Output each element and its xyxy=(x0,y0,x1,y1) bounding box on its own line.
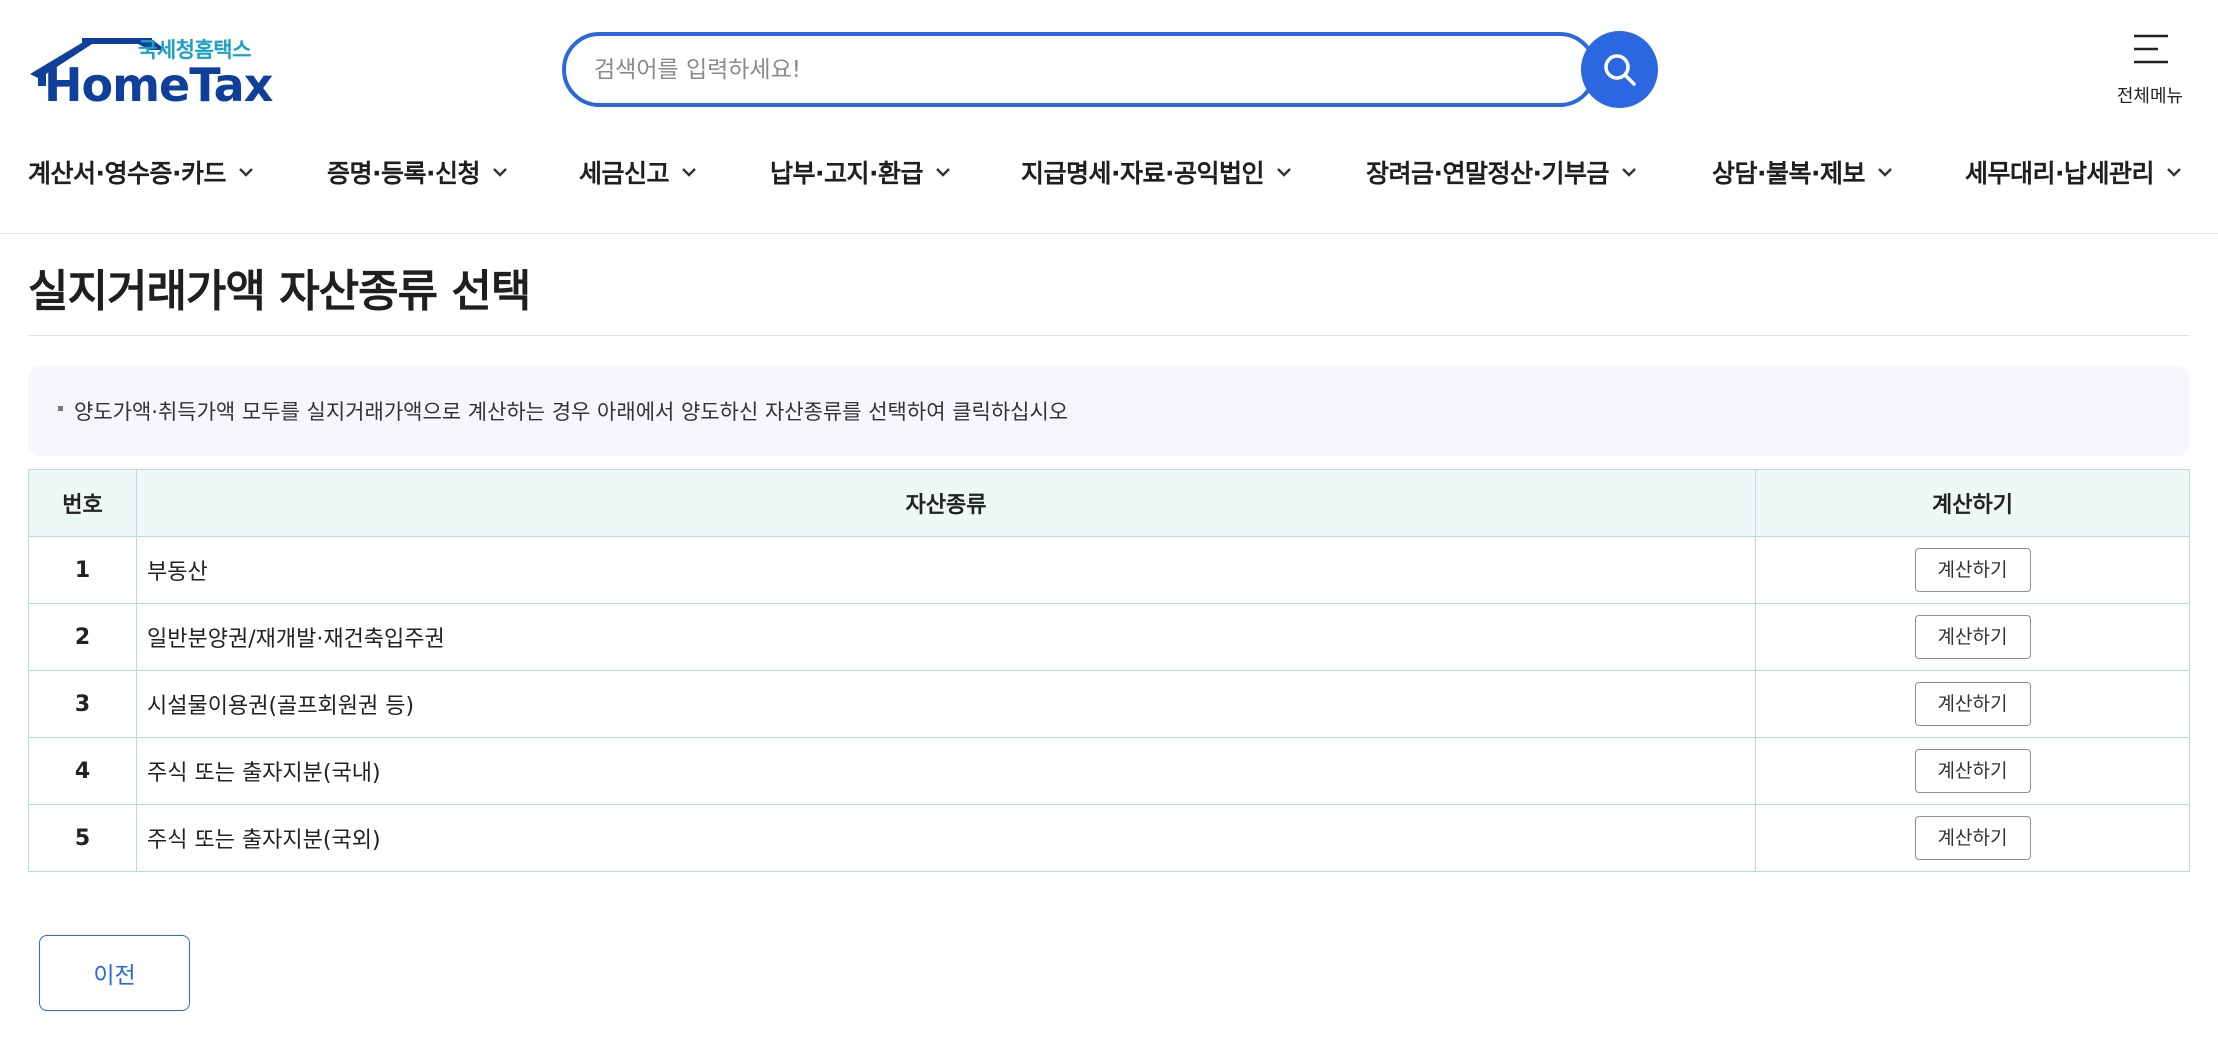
nav-item-tax-return[interactable]: 세금신고 xyxy=(579,152,697,192)
chevron-down-icon xyxy=(1878,168,1892,177)
asset-type-name: 부동산 xyxy=(136,536,1756,604)
asset-type-name: 시설물이용권(골프회원권 등) xyxy=(136,670,1756,738)
calculate-button[interactable]: 계산하기 xyxy=(1914,816,2031,860)
table-row: 1 부동산 계산하기 xyxy=(28,536,2190,604)
nav-item-label: 세금신고 xyxy=(579,159,670,188)
all-menu-button[interactable]: 전체메뉴 xyxy=(2105,30,2195,110)
nav-item-label: 납부·고지·환급 xyxy=(770,159,924,188)
title-divider xyxy=(28,335,2189,336)
notice-box: 양도가액·취득가액 모두를 실지거래가액으로 계산하는 경우 아래에서 양도하신… xyxy=(28,366,2189,456)
table-row: 3 시설물이용권(골프회원권 등) 계산하기 xyxy=(28,670,2190,738)
row-number: 3 xyxy=(28,670,137,738)
column-header-number: 번호 xyxy=(28,469,137,537)
row-number: 1 xyxy=(28,536,137,604)
main-navigation: 계산서·영수증·카드 증명·등록·신청 세금신고 납부·고지·환급 지급명세·자… xyxy=(28,152,2198,192)
nav-item-invoice[interactable]: 계산서·영수증·카드 xyxy=(28,152,254,192)
chevron-down-icon xyxy=(1277,168,1291,177)
row-number: 5 xyxy=(28,804,137,872)
chevron-down-icon xyxy=(1622,168,1636,177)
nav-item-consultation[interactable]: 상담·불복·제보 xyxy=(1712,152,1893,192)
search-box xyxy=(562,32,1597,107)
search-button[interactable] xyxy=(1581,31,1658,108)
table-row: 4 주식 또는 출자지분(국내) 계산하기 xyxy=(28,737,2190,805)
nav-item-statements[interactable]: 지급명세·자료·공익법인 xyxy=(1021,152,1292,192)
asset-type-table: 번호 자산종류 계산하기 1 부동산 계산하기 2 일반분양권/재개발·재건축입… xyxy=(28,469,2190,872)
nav-item-label: 증명·등록·신청 xyxy=(327,159,481,188)
nav-item-label: 상담·불복·제보 xyxy=(1712,159,1866,188)
previous-button[interactable]: 이전 xyxy=(39,935,190,1011)
table-row: 5 주식 또는 출자지분(국외) 계산하기 xyxy=(28,804,2190,872)
site-header: 국세청홈택스 HomeTax 전체메뉴 계산서·영수증·카드 증명·등록·신청 … xyxy=(0,0,2218,234)
calculate-button[interactable]: 계산하기 xyxy=(1914,615,2031,659)
hamburger-icon xyxy=(2134,34,2168,64)
nav-item-label: 장려금·연말정산·기부금 xyxy=(1366,159,1610,188)
chevron-down-icon xyxy=(936,168,950,177)
column-header-calculate: 계산하기 xyxy=(1755,469,2190,537)
chevron-down-icon xyxy=(682,168,696,177)
chevron-down-icon xyxy=(2167,168,2181,177)
chevron-down-icon xyxy=(239,168,253,177)
asset-type-name: 일반분양권/재개발·재건축입주권 xyxy=(136,603,1756,671)
nav-item-label: 지급명세·자료·공익법인 xyxy=(1021,159,1265,188)
page-title: 실지거래가액 자산종류 선택 xyxy=(28,266,531,317)
search-icon xyxy=(1603,53,1636,86)
row-number: 2 xyxy=(28,603,137,671)
notice-text: 양도가액·취득가액 모두를 실지거래가액으로 계산하는 경우 아래에서 양도하신… xyxy=(74,400,1069,424)
bullet-icon xyxy=(58,406,63,411)
calculate-button[interactable]: 계산하기 xyxy=(1914,749,2031,793)
nav-item-label: 세무대리·납세관리 xyxy=(1965,159,2155,188)
calculate-button[interactable]: 계산하기 xyxy=(1914,682,2031,726)
column-header-asset-type: 자산종류 xyxy=(136,469,1756,537)
hometax-logo[interactable]: 국세청홈택스 HomeTax xyxy=(28,30,273,112)
nav-item-payment[interactable]: 납부·고지·환급 xyxy=(770,152,951,192)
chevron-down-icon xyxy=(493,168,507,177)
all-menu-label: 전체메뉴 xyxy=(2116,86,2184,107)
nav-item-incentive[interactable]: 장려금·연말정산·기부금 xyxy=(1366,152,1637,192)
table-row: 2 일반분양권/재개발·재건축입주권 계산하기 xyxy=(28,603,2190,671)
nav-item-certificate[interactable]: 증명·등록·신청 xyxy=(327,152,508,192)
asset-type-name: 주식 또는 출자지분(국외) xyxy=(136,804,1756,872)
nav-item-label: 계산서·영수증·카드 xyxy=(28,159,227,188)
calculate-button[interactable]: 계산하기 xyxy=(1914,548,2031,592)
logo-title: HomeTax xyxy=(44,58,273,112)
nav-item-tax-agent[interactable]: 세무대리·납세관리 xyxy=(1965,152,2182,192)
row-number: 4 xyxy=(28,737,137,805)
asset-type-name: 주식 또는 출자지분(국내) xyxy=(136,737,1756,805)
table-header-row: 번호 자산종류 계산하기 xyxy=(28,469,2190,537)
search-input[interactable] xyxy=(594,36,1554,103)
